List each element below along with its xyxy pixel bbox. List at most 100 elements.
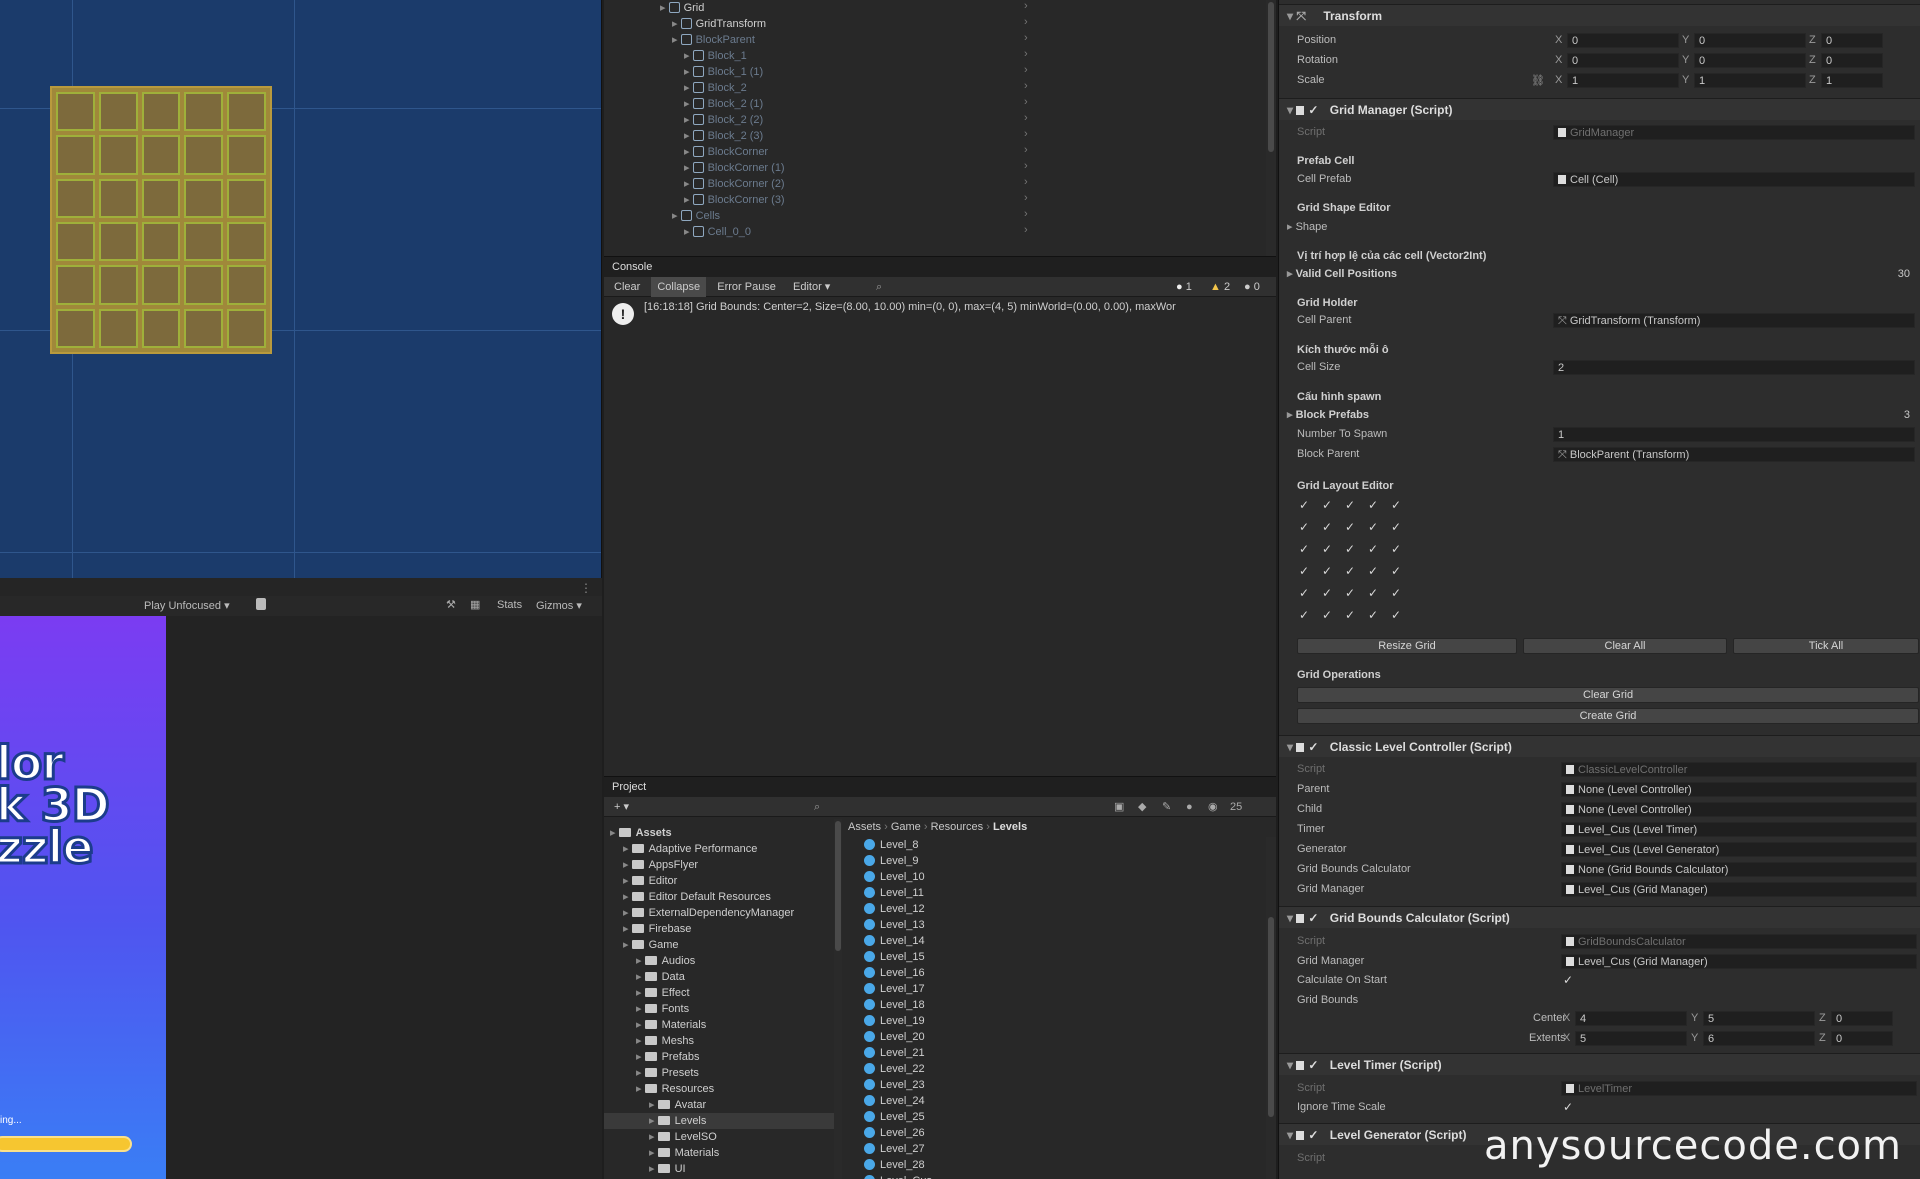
grid-cell[interactable]: [141, 178, 181, 218]
transform-position-y-field[interactable]: 0: [1694, 33, 1806, 48]
bounds-enabled-checkbox[interactable]: ✓: [1308, 911, 1318, 925]
child-arrow-icon[interactable]: ›: [1024, 128, 1028, 140]
level-asset[interactable]: Level_11: [864, 885, 924, 901]
child-arrow-icon[interactable]: ›: [1024, 176, 1028, 188]
project-folder[interactable]: ▸ Fonts: [636, 1001, 689, 1017]
layout-cell-checkbox[interactable]: ✓: [1343, 542, 1357, 556]
folder-expand-icon[interactable]: ▸: [636, 1019, 645, 1031]
transform-rotation-x-field[interactable]: 0: [1567, 53, 1679, 68]
layout-cell-checkbox[interactable]: ✓: [1366, 520, 1380, 534]
hierarchy-item[interactable]: ▸ Block_2 (3): [684, 128, 763, 144]
expand-arrow-icon[interactable]: ▸: [684, 146, 693, 158]
breadcrumb-assets[interactable]: Assets: [848, 821, 881, 833]
layout-cell-checkbox[interactable]: ✓: [1366, 564, 1380, 578]
grid-cell[interactable]: [141, 308, 181, 348]
layout-cell-checkbox[interactable]: ✓: [1297, 542, 1311, 556]
expand-arrow-icon[interactable]: ▸: [684, 162, 693, 174]
grid-cell[interactable]: [184, 178, 224, 218]
grid-bounds-calculator-header[interactable]: ▾ ✓ Grid Bounds Calculator (Script): [1279, 906, 1920, 928]
classic-field[interactable]: None (Level Controller): [1561, 782, 1917, 797]
center-x-field[interactable]: 4: [1575, 1011, 1687, 1026]
classic-field[interactable]: None (Level Controller): [1561, 802, 1917, 817]
bounds-grid-manager-field[interactable]: Level_Cus (Grid Manager): [1561, 954, 1917, 969]
level-asset[interactable]: Level_21: [864, 1045, 925, 1061]
transform-rotation-y-field[interactable]: 0: [1694, 53, 1806, 68]
cell-parent-field[interactable]: ⤧ GridTransform (Transform): [1553, 313, 1915, 328]
project-folder[interactable]: ▸ Editor Default Resources: [623, 889, 771, 905]
child-arrow-icon[interactable]: ›: [1024, 224, 1028, 236]
layout-cell-checkbox[interactable]: ✓: [1343, 564, 1357, 578]
child-arrow-icon[interactable]: ›: [1024, 0, 1028, 12]
gizmos-dropdown[interactable]: Gizmos ▾: [536, 599, 582, 612]
layout-cell-checkbox[interactable]: ✓: [1297, 498, 1311, 512]
transform-header[interactable]: ▾ ⤧ Transform: [1279, 4, 1920, 26]
folder-expand-icon[interactable]: ▸: [636, 1051, 645, 1063]
ignore-time-scale-checkbox[interactable]: ✓: [1561, 1100, 1575, 1114]
layout-cell-checkbox[interactable]: ✓: [1366, 608, 1380, 622]
grid-cell[interactable]: [227, 265, 266, 305]
project-folder[interactable]: ▸ Materials: [649, 1145, 719, 1161]
hierarchy-item[interactable]: ▸ Cell_0_0: [684, 224, 751, 240]
folder-expand-icon[interactable]: ▸: [610, 827, 619, 839]
clear-grid-button[interactable]: Clear Grid: [1297, 687, 1919, 703]
level-asset[interactable]: Level_20: [864, 1029, 925, 1045]
console-warning-count[interactable]: ▲ 2: [1210, 277, 1230, 297]
expand-arrow-icon[interactable]: ▸: [672, 18, 681, 30]
grid-cell[interactable]: [98, 221, 138, 262]
grid-cell[interactable]: [141, 265, 181, 305]
level-asset[interactable]: Level_25: [864, 1109, 925, 1125]
hidden-packages-icon[interactable]: ●: [1186, 797, 1193, 817]
layout-cell-checkbox[interactable]: ✓: [1366, 498, 1380, 512]
hierarchy-item[interactable]: ▸ BlockCorner (2): [684, 176, 785, 192]
transform-scale-z-field[interactable]: 1: [1821, 73, 1883, 88]
classic-field[interactable]: Level_Cus (Grid Manager): [1561, 882, 1917, 897]
tick-all-button[interactable]: Tick All: [1733, 638, 1919, 654]
expand-arrow-icon[interactable]: ▸: [684, 194, 693, 206]
folder-expand-icon[interactable]: ▸: [636, 971, 645, 983]
expand-arrow-icon[interactable]: ▸: [684, 226, 693, 238]
layout-cell-checkbox[interactable]: ✓: [1297, 564, 1311, 578]
console-search-icon[interactable]: ⌕: [876, 277, 882, 297]
hierarchy-item[interactable]: ▸ Block_2 (2): [684, 112, 763, 128]
folder-expand-icon[interactable]: ▸: [636, 955, 645, 967]
files-scrollbar[interactable]: [1266, 837, 1276, 1179]
grid-cell[interactable]: [98, 178, 138, 218]
hierarchy-item[interactable]: ▸ GridTransform: [672, 16, 766, 32]
resize-grid-button[interactable]: Resize Grid: [1297, 638, 1517, 654]
layout-cell-checkbox[interactable]: ✓: [1320, 564, 1334, 578]
level-asset[interactable]: Level_24: [864, 1093, 925, 1109]
child-arrow-icon[interactable]: ›: [1024, 160, 1028, 172]
grid-cell[interactable]: [227, 308, 266, 348]
layout-cell-checkbox[interactable]: ✓: [1389, 586, 1403, 600]
favorite-icon[interactable]: ✎: [1162, 797, 1171, 817]
classic-field[interactable]: Level_Cus (Level Generator): [1561, 842, 1917, 857]
layout-cell-checkbox[interactable]: ✓: [1343, 498, 1357, 512]
filter-label-icon[interactable]: ◆: [1138, 797, 1146, 817]
folder-expand-icon[interactable]: ▸: [623, 875, 632, 887]
child-arrow-icon[interactable]: ›: [1024, 16, 1028, 28]
transform-position-x-field[interactable]: 0: [1567, 33, 1679, 48]
level-asset[interactable]: Level_28: [864, 1157, 925, 1173]
folder-expand-icon[interactable]: ▸: [649, 1115, 658, 1127]
level-asset[interactable]: Level_27: [864, 1141, 925, 1157]
tool-icon[interactable]: ⚒: [446, 598, 456, 611]
console-clear-button[interactable]: Clear: [608, 277, 646, 297]
project-tab[interactable]: Project: [604, 777, 1276, 797]
hierarchy-item[interactable]: ▸ Grid: [660, 0, 704, 16]
expand-arrow-icon[interactable]: ▸: [684, 66, 693, 78]
transform-position-z-field[interactable]: 0: [1821, 33, 1883, 48]
layout-cell-checkbox[interactable]: ✓: [1389, 542, 1403, 556]
grid-block-preview[interactable]: [50, 86, 272, 354]
layout-cell-checkbox[interactable]: ✓: [1320, 542, 1334, 556]
project-folder[interactable]: ▸ Game: [623, 937, 679, 953]
grid-cell[interactable]: [227, 178, 266, 218]
child-arrow-icon[interactable]: ›: [1024, 144, 1028, 156]
project-folder[interactable]: ▸ Adaptive Performance: [623, 841, 757, 857]
classic-level-controller-header[interactable]: ▾ ✓ Classic Level Controller (Script): [1279, 735, 1920, 757]
transform-scale-x-field[interactable]: 1: [1567, 73, 1679, 88]
breadcrumb-game[interactable]: Game: [891, 821, 921, 833]
project-folder[interactable]: ▸ Avatar: [649, 1097, 706, 1113]
classic-field[interactable]: Level_Cus (Level Timer): [1561, 822, 1917, 837]
layout-cell-checkbox[interactable]: ✓: [1389, 520, 1403, 534]
child-arrow-icon[interactable]: ›: [1024, 64, 1028, 76]
